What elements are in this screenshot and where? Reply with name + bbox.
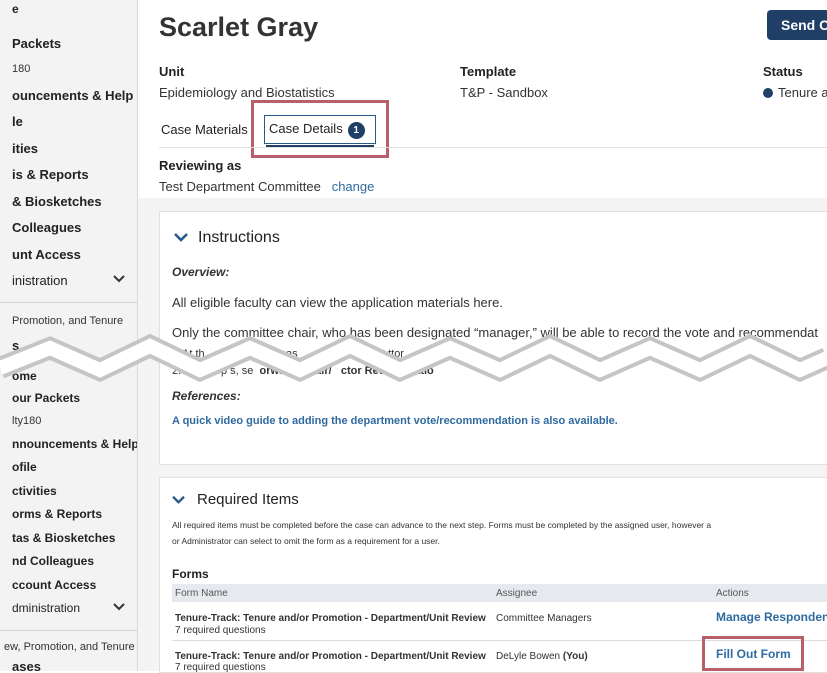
sidebar-item-packets[interactable]: Packets [12, 36, 61, 51]
sidebar-divider [0, 630, 137, 631]
sidebar-item[interactable]: e [12, 2, 19, 16]
column-header-actions: Actions [716, 588, 749, 599]
sidebar-item-packets[interactable]: our Packets [12, 391, 80, 405]
table-row-assignee: DeLyle Bowen (You) [496, 651, 588, 662]
assignee-you: (You) [562, 651, 588, 662]
table-row-form-name: Tenure-Track: Tenure and/or Promotion - … [175, 651, 486, 662]
sidebar-item-profile[interactable]: ofile [12, 460, 37, 474]
template-value: T&P - Sandbox [460, 85, 548, 100]
sidebar-item-activities[interactable]: ities [12, 141, 38, 156]
status-dot-icon [763, 88, 773, 98]
overview-label: Overview: [172, 265, 230, 279]
sidebar-item-announcements[interactable]: ouncements & Help [12, 88, 133, 103]
column-header-form-name: Form Name [175, 588, 228, 599]
chevron-down-icon[interactable] [113, 273, 125, 287]
tab-case-details[interactable]: Case Details 1 [269, 121, 365, 139]
tab-case-materials[interactable]: Case Materials [161, 122, 248, 137]
change-link[interactable]: change [332, 179, 375, 194]
required-desc-2: or Administrator can select to omit the … [172, 536, 440, 546]
send-button[interactable]: Send C [767, 10, 827, 40]
manage-respondents-link[interactable]: Manage Respondent [716, 610, 827, 624]
fill-out-form-link[interactable]: Fill Out Form [716, 647, 791, 661]
chevron-down-icon[interactable] [172, 494, 185, 505]
torn-break-decoration [0, 333, 827, 383]
sidebar-item-administration[interactable]: inistration [12, 273, 68, 288]
status-badge: Tenure a [763, 85, 827, 100]
unit-value: Epidemiology and Biostatistics [159, 85, 335, 100]
instructions-line-1: All eligible faculty can view the applic… [172, 295, 503, 310]
references-label: References: [172, 389, 241, 403]
instructions-header[interactable]: Instructions [174, 229, 280, 247]
sidebar-item-biosketches[interactable]: & Biosketches [12, 194, 102, 209]
sidebar-section-label: ew, Promotion, and Tenure [4, 641, 135, 653]
reviewing-label: Reviewing as [159, 158, 242, 173]
sidebar-item-profile[interactable]: le [12, 114, 23, 129]
sidebar-item-faculty180[interactable]: lty180 [12, 415, 41, 427]
sidebar-item-colleagues[interactable]: nd Colleagues [12, 554, 94, 568]
sidebar-item-cases[interactable]: ases [12, 659, 41, 671]
tab-case-details-label: Case Details [269, 121, 343, 136]
sidebar-item-administration[interactable]: dministration [12, 601, 80, 615]
sidebar-item-forms-reports[interactable]: is & Reports [12, 167, 89, 182]
sidebar-item-account-access[interactable]: unt Access [12, 247, 81, 262]
reviewing-value: Test Department Committee change [159, 179, 374, 194]
table-row-form-name: Tenure-Track: Tenure and/or Promotion - … [175, 613, 486, 624]
sidebar-item-activities[interactable]: ctivities [12, 484, 57, 498]
assignee-name: DeLyle Bowen [496, 651, 561, 662]
status-value: Tenure a [778, 85, 827, 100]
tabs-divider [159, 147, 827, 148]
sidebar-item-colleagues[interactable]: Colleagues [12, 220, 81, 235]
forms-label: Forms [172, 567, 209, 581]
sidebar-divider [0, 302, 137, 303]
reviewing-committee: Test Department Committee [159, 179, 321, 194]
chevron-down-icon[interactable] [113, 601, 125, 615]
required-desc-1: All required items must be completed bef… [172, 520, 712, 530]
table-row-subtitle: 7 required questions [175, 662, 266, 673]
instructions-title: Instructions [198, 229, 280, 246]
required-items-header[interactable]: Required Items [172, 491, 299, 508]
video-guide-link[interactable]: A quick video guide to adding the depart… [172, 415, 618, 427]
table-row-subtitle: 7 required questions [175, 625, 266, 636]
sidebar-item-biosketches[interactable]: tas & Biosketches [12, 531, 115, 545]
unit-label: Unit [159, 64, 185, 79]
status-label: Status [763, 64, 803, 79]
column-header-assignee: Assignee [496, 588, 538, 599]
sidebar-item-forms-reports[interactable]: orms & Reports [12, 507, 102, 521]
chevron-down-icon[interactable] [174, 231, 188, 243]
page-title: Scarlet Gray [159, 12, 319, 42]
sidebar-item-account-access[interactable]: ccount Access [12, 578, 96, 592]
template-label: Template [460, 64, 517, 79]
required-items-title: Required Items [197, 491, 299, 508]
count-badge: 1 [347, 122, 365, 139]
table-row-assignee: Committee Managers [496, 613, 592, 624]
sidebar-item-announcements[interactable]: nnouncements & Help [12, 437, 137, 451]
sidebar-item-faculty180[interactable]: 180 [12, 63, 30, 75]
